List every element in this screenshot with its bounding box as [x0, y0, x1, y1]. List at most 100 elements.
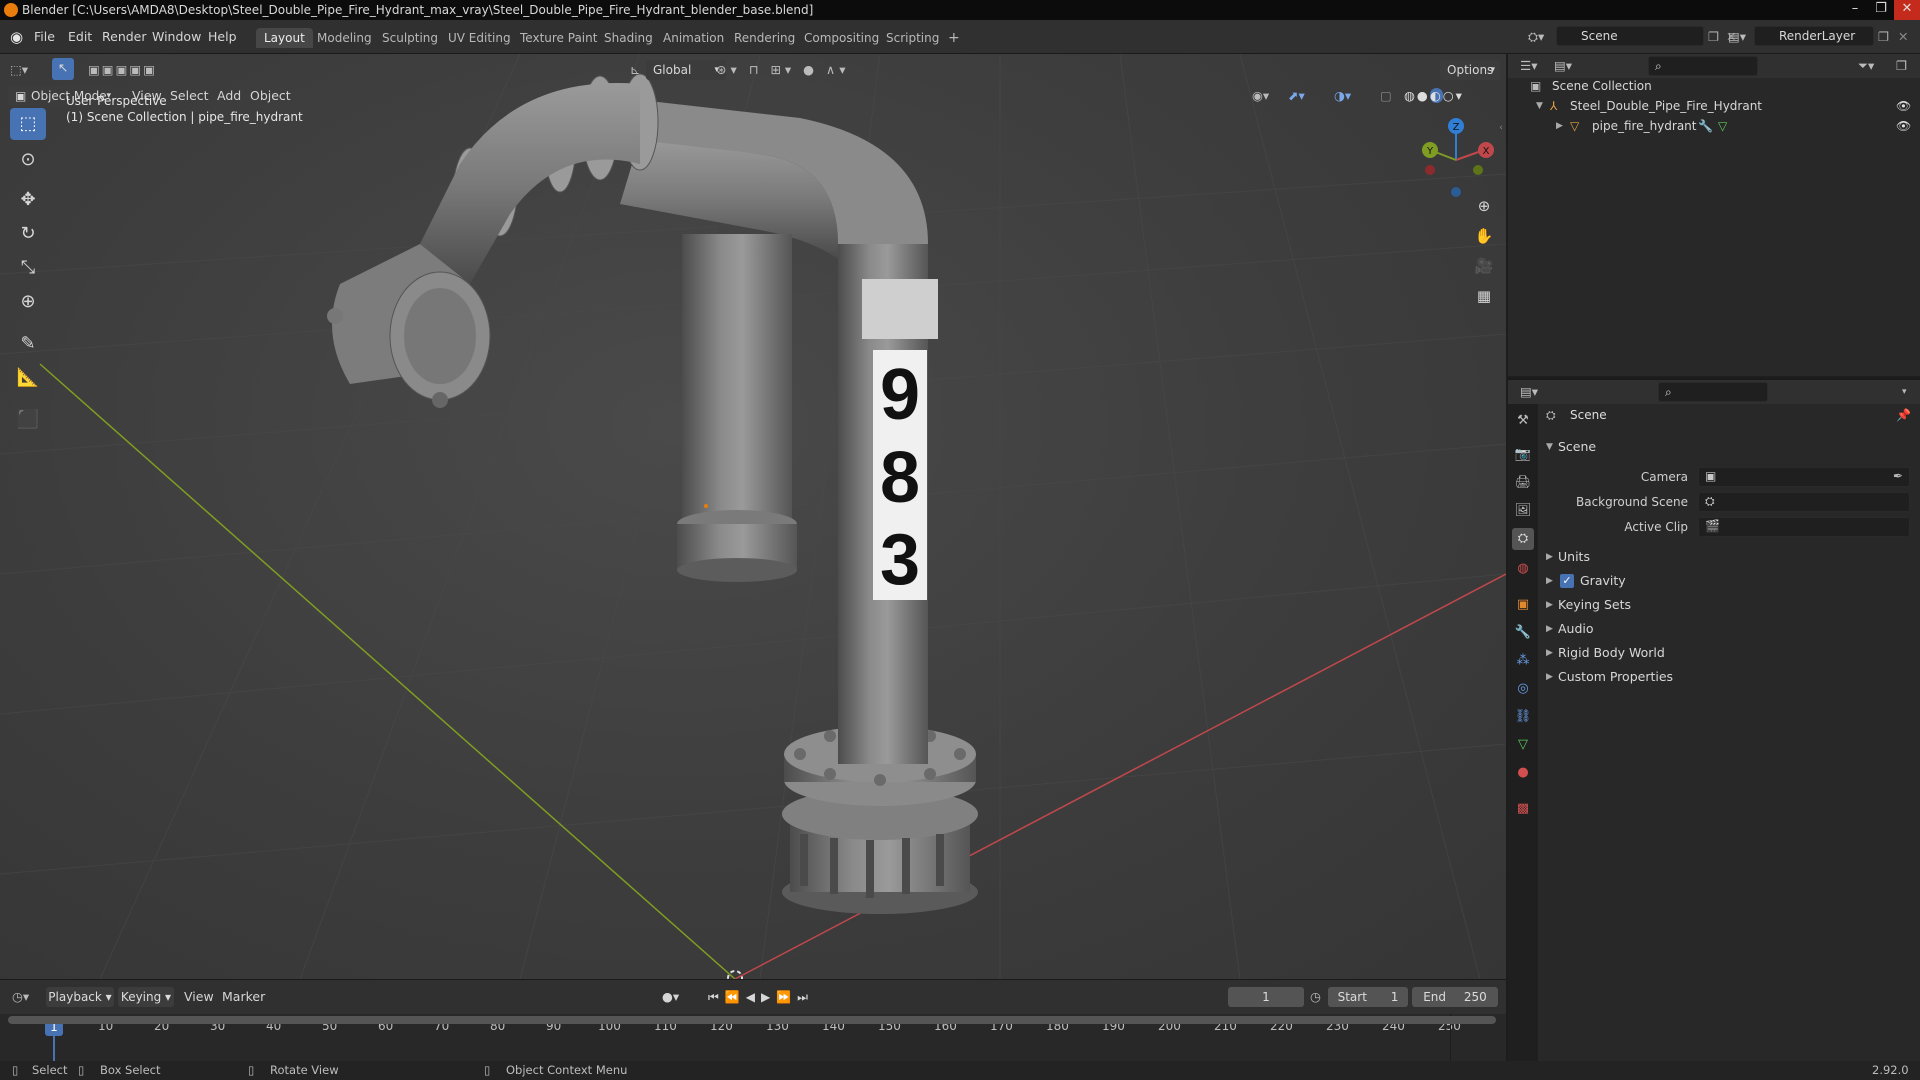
viewport-menu-select[interactable]: Select: [170, 86, 209, 106]
transform-orientation-icon[interactable]: ⊾: [630, 60, 640, 80]
panel-header-custom-properties[interactable]: ▶ Custom Properties: [1540, 666, 1916, 688]
panel-header-rigid-body-world[interactable]: ▶ Rigid Body World: [1540, 642, 1916, 664]
expand-triangle-icon[interactable]: ▼: [1536, 96, 1543, 116]
panel-header-scene[interactable]: ▼ Scene: [1540, 436, 1916, 458]
panel-header-audio[interactable]: ▶ Audio: [1540, 618, 1916, 640]
texture-tab-icon[interactable]: ▩: [1512, 798, 1534, 820]
display-mode-icon[interactable]: ▤▾: [1554, 56, 1572, 76]
visibility-eye-icon[interactable]: 👁: [1896, 96, 1911, 116]
tab-compositing[interactable]: Compositing: [796, 28, 887, 48]
outliner-row-scene-collection[interactable]: ▣ Scene Collection: [1508, 76, 1920, 96]
panel-header-units[interactable]: ▶ Units: [1540, 546, 1916, 568]
tool-tab-icon[interactable]: ⚒: [1512, 410, 1534, 432]
tab-texture-paint[interactable]: Texture Paint: [512, 28, 605, 48]
outliner-search-input[interactable]: ⌕: [1648, 56, 1758, 76]
tab-modeling[interactable]: Modeling: [309, 28, 380, 48]
menu-edit[interactable]: Edit: [68, 27, 92, 47]
shading-mode-icons[interactable]: ◍●◐○▾: [1404, 86, 1464, 106]
eyedropper-icon[interactable]: ✒: [1893, 469, 1903, 483]
keying-menu[interactable]: Keying ▾: [118, 987, 174, 1007]
constraints-tab-icon[interactable]: ⛓: [1512, 706, 1534, 728]
options-dropdown[interactable]: Options ▾: [1440, 60, 1500, 80]
active-clip-field[interactable]: 🎬: [1698, 517, 1910, 537]
add-cube-tool-icon[interactable]: ⬛: [10, 404, 46, 436]
pan-hand-icon[interactable]: ✋: [1470, 222, 1498, 250]
render-tab-icon[interactable]: 📷: [1512, 444, 1534, 466]
background-scene-field[interactable]: ⛭: [1698, 492, 1910, 512]
material-tab-icon[interactable]: ●: [1512, 762, 1534, 784]
tab-sculpting[interactable]: Sculpting: [374, 28, 446, 48]
particles-tab-icon[interactable]: ⁂: [1512, 650, 1534, 672]
properties-search-input[interactable]: ⌕: [1658, 382, 1768, 402]
3d-cursor[interactable]: [722, 597, 734, 609]
menu-help[interactable]: Help: [208, 27, 237, 47]
timeline-editor-type-icon[interactable]: ◷▾: [12, 987, 29, 1007]
visibility-eye-icon[interactable]: 👁: [1896, 116, 1911, 136]
visibility-toggle-icon[interactable]: ◉▾: [1252, 86, 1269, 106]
scene-selector-icon[interactable]: ⛭▾: [1528, 27, 1544, 47]
cursor-tool-icon[interactable]: ⊙: [10, 144, 46, 176]
new-collection-icon[interactable]: ❐: [1896, 56, 1907, 76]
physics-tab-icon[interactable]: ◎: [1512, 678, 1534, 700]
timeline-menu-view[interactable]: View: [184, 987, 214, 1007]
pivot-snap-proportional-icons[interactable]: ⊛▾ ⊓ ⊞▾ ● ∧▾: [716, 60, 849, 80]
object-tab-icon[interactable]: ▣: [1512, 594, 1534, 616]
measure-tool-icon[interactable]: 📐: [10, 362, 46, 394]
scene-selector[interactable]: Scene: [1556, 26, 1704, 46]
overlay-toggle-icon[interactable]: ◑▾: [1334, 86, 1351, 106]
timeline-scrollbar[interactable]: [8, 1016, 1496, 1024]
menu-window[interactable]: Window: [152, 27, 201, 47]
sidebar-toggle-icon[interactable]: ‹: [1496, 114, 1506, 142]
outliner-row-object[interactable]: ▶ ▽ pipe_fire_hydrant 🔧 ▽ 👁: [1508, 116, 1920, 136]
viewport-menu-object[interactable]: Object: [250, 86, 291, 106]
modifier-wrench-icon[interactable]: 🔧: [1698, 116, 1713, 136]
end-frame-field[interactable]: End 250: [1412, 987, 1498, 1007]
properties-editor-type-icon[interactable]: ▤▾: [1520, 382, 1538, 402]
add-workspace-button[interactable]: +: [940, 28, 968, 48]
new-view-layer-icon[interactable]: ❐: [1878, 27, 1889, 47]
modifier-tab-icon[interactable]: 🔧: [1512, 622, 1534, 644]
tab-scripting[interactable]: Scripting: [878, 28, 947, 48]
selection-mode-icons[interactable]: ▣▣▣▣▣: [88, 60, 157, 80]
pin-icon[interactable]: 📌: [1896, 408, 1911, 422]
view-layer-icon[interactable]: ▤▾: [1728, 27, 1746, 47]
expand-triangle-icon[interactable]: ▶: [1556, 116, 1563, 136]
transform-orientation-dropdown[interactable]: Global ▾: [646, 60, 726, 80]
tab-rendering[interactable]: Rendering: [726, 28, 803, 48]
camera-field[interactable]: ▣ ✒: [1698, 467, 1910, 487]
hydrant-model[interactable]: 9 8 3: [327, 73, 978, 914]
scale-tool-icon[interactable]: ⤡: [10, 252, 46, 284]
data-tab-icon[interactable]: ▽: [1512, 734, 1534, 756]
playback-controls-icons[interactable]: ⏮⏪◀▶⏩⏭: [708, 987, 814, 1007]
select-tool-mode-icon[interactable]: ↖: [52, 58, 74, 80]
preview-range-icon[interactable]: ◷: [1310, 987, 1321, 1007]
transform-tool-icon[interactable]: ⊕: [10, 286, 46, 318]
filter-icon[interactable]: ⏷▾: [1858, 56, 1874, 76]
blender-menu-icon[interactable]: ◉: [10, 27, 23, 47]
panel-header-gravity[interactable]: ▶ ✓ Gravity: [1540, 570, 1916, 592]
panel-header-keying-sets[interactable]: ▶ Keying Sets: [1540, 594, 1916, 616]
menu-render[interactable]: Render: [102, 27, 147, 47]
ortho-toggle-icon[interactable]: ▦: [1470, 282, 1498, 310]
editor-type-icon[interactable]: ⬚▾: [10, 60, 28, 80]
viewport-menu-add[interactable]: Add: [217, 86, 241, 106]
tab-shading[interactable]: Shading: [596, 28, 661, 48]
view-layer-selector[interactable]: RenderLayer: [1754, 26, 1874, 46]
start-frame-field[interactable]: Start 1: [1328, 987, 1408, 1007]
maximize-button[interactable]: ❐: [1868, 0, 1894, 20]
tab-layout[interactable]: Layout: [256, 28, 313, 48]
playback-menu[interactable]: Playback ▾: [46, 987, 114, 1007]
tab-uv-editing[interactable]: UV Editing: [440, 28, 519, 48]
minimize-button[interactable]: –: [1842, 0, 1868, 20]
move-tool-icon[interactable]: ✥: [10, 184, 46, 216]
world-tab-icon[interactable]: ◍: [1512, 558, 1534, 580]
outliner-editor-type-icon[interactable]: ☰▾: [1520, 56, 1537, 76]
zoom-icon[interactable]: ⊕: [1470, 192, 1498, 220]
timeline-menu-marker[interactable]: Marker: [222, 987, 265, 1007]
outliner-row-collection[interactable]: ▼ ⅄ Steel_Double_Pipe_Fire_Hydrant 👁: [1508, 96, 1920, 116]
properties-options-chevron-icon[interactable]: ▾: [1902, 382, 1907, 402]
new-scene-icon[interactable]: ❐: [1708, 27, 1719, 47]
rotate-tool-icon[interactable]: ↻: [10, 218, 46, 250]
tab-animation[interactable]: Animation: [655, 28, 732, 48]
mesh-data-icon[interactable]: ▽: [1718, 116, 1727, 136]
